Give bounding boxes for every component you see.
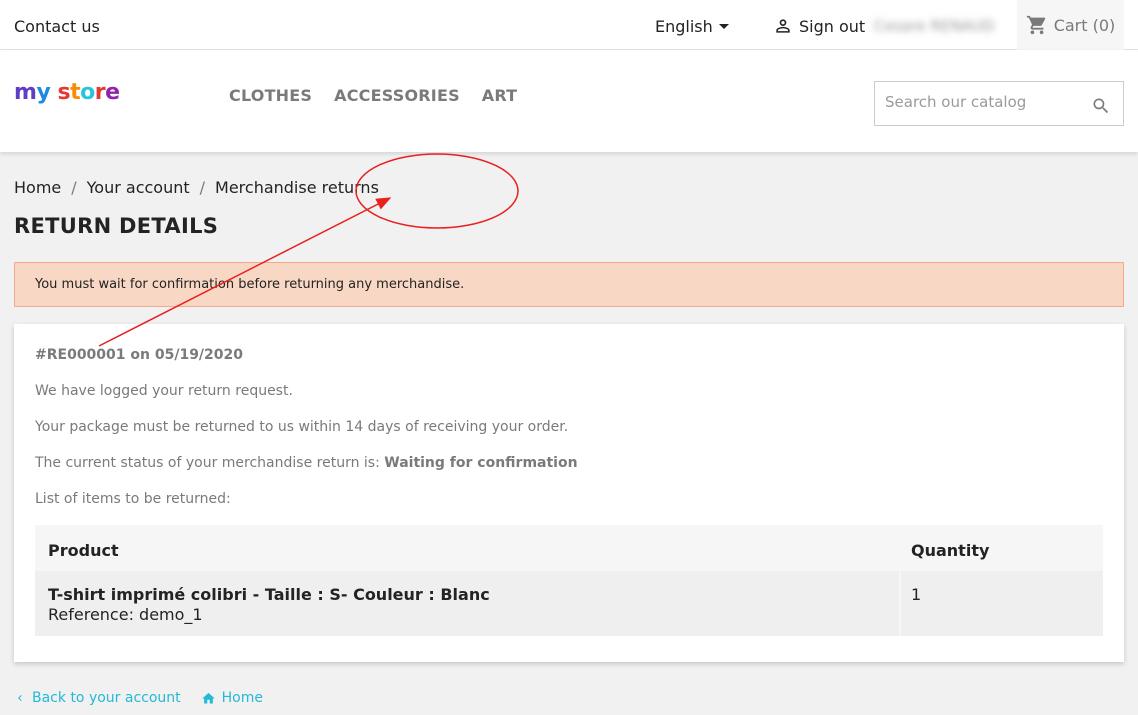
column-header-quantity: Quantity [911, 541, 990, 560]
table-row: T-shirt imprimé colibri - Taille : S- Co… [35, 571, 1103, 636]
breadcrumb-separator: / [71, 178, 77, 197]
menu-item-art[interactable]: ART [482, 86, 518, 105]
column-divider [899, 571, 901, 636]
search-box [874, 81, 1124, 126]
breadcrumb-your-account[interactable]: Your account [87, 178, 190, 197]
return-deadline-text: Your package must be returned to us with… [35, 419, 569, 435]
search-icon[interactable] [1091, 96, 1111, 116]
product-reference: Reference: demo_1 [48, 605, 203, 624]
status-badge: Waiting for confirmation [384, 455, 578, 471]
language-label: English [655, 17, 713, 36]
breadcrumb-merchandise-returns[interactable]: Merchandise returns [215, 178, 379, 197]
status-prefix: The current status of your merchandise r… [35, 455, 385, 471]
person-icon [776, 19, 790, 33]
return-status-text: The current status of your merchandise r… [35, 455, 578, 471]
home-label: Home [221, 690, 263, 706]
site-header: my store CLOTHES ACCESSORIES ART [0, 50, 1138, 152]
table-header: Product Quantity [35, 525, 1103, 571]
menu-item-clothes[interactable]: CLOTHES [229, 86, 312, 105]
search-input[interactable] [885, 93, 1085, 111]
page-title: RETURN DETAILS [14, 214, 219, 238]
language-selector[interactable]: English [655, 17, 729, 36]
cart-label: Cart (0) [1053, 15, 1116, 35]
account-footer-links: Back to your account Home [14, 690, 283, 706]
top-bar: Contact us English Sign out Cesare RENAU… [0, 0, 1138, 50]
back-to-account-link[interactable]: Back to your account [14, 690, 181, 706]
main-menu: CLOTHES ACCESSORIES ART [229, 86, 517, 105]
product-name: T-shirt imprimé colibri - Taille : S- Co… [48, 585, 490, 604]
cart-icon [1026, 15, 1045, 35]
home-icon [201, 692, 215, 703]
sign-out-label: Sign out [799, 16, 866, 36]
column-header-product: Product [48, 541, 119, 560]
return-logged-text: We have logged your return request. [35, 383, 293, 399]
sign-out-link[interactable]: Sign out [773, 16, 865, 36]
breadcrumb-home[interactable]: Home [14, 178, 61, 197]
breadcrumb-separator: / [199, 178, 206, 197]
contact-us-link[interactable]: Contact us [14, 17, 100, 36]
alert-text: You must wait for confirmation before re… [35, 277, 465, 292]
caret-down-icon [718, 24, 729, 29]
product-quantity: 1 [911, 585, 922, 604]
annotation-ellipse [355, 153, 519, 229]
back-to-account-label: Back to your account [32, 690, 181, 706]
cart-button[interactable]: Cart (0) [1017, 0, 1124, 50]
return-details-card: #RE000001 on 05/19/2020 We have logged y… [14, 324, 1124, 662]
breadcrumb: Home / Your account / Merchandise return… [14, 178, 379, 197]
store-logo[interactable]: my store [14, 80, 120, 105]
return-reference: #RE000001 on 05/19/2020 [35, 347, 244, 363]
home-link[interactable]: Home [201, 690, 263, 706]
items-list-label: List of items to be returned: [35, 491, 231, 507]
chevron-left-icon [18, 695, 22, 701]
return-items-table: Product Quantity T-shirt imprimé colibri… [35, 525, 1103, 636]
warning-alert: You must wait for confirmation before re… [14, 262, 1124, 307]
menu-item-accessories[interactable]: ACCESSORIES [334, 86, 460, 105]
account-username[interactable]: Cesare RENAUD [874, 17, 994, 35]
